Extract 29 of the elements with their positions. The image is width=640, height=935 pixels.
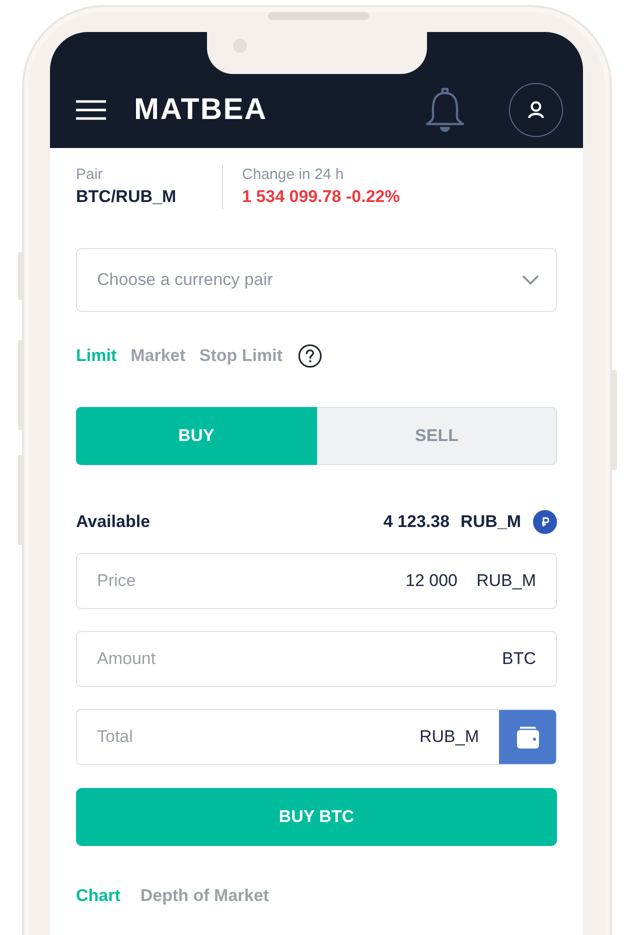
- ruble-coin-icon: [533, 510, 557, 534]
- app-title: MATBEA: [134, 95, 268, 125]
- order-type-tab[interactable]: Market: [130, 344, 186, 368]
- pair-label: Pair: [76, 165, 104, 185]
- submit-button[interactable]: BUY BTC: [76, 788, 557, 846]
- input-field[interactable]: Amount BTC: [76, 631, 557, 687]
- help-icon[interactable]: [298, 344, 322, 368]
- chevron-down-icon: [522, 275, 539, 285]
- change-label: Change in 24 h: [242, 165, 345, 185]
- menu-icon[interactable]: [76, 100, 106, 120]
- order-type-tab[interactable]: Limit: [76, 344, 117, 368]
- available-label: Available: [76, 512, 152, 532]
- wallet-icon: [516, 726, 540, 748]
- order-side-tab[interactable]: SELL: [316, 407, 557, 465]
- currency-pair-select[interactable]: Choose a currency pair: [76, 248, 557, 312]
- input-field[interactable]: Price 12 000 RUB_M: [76, 553, 557, 609]
- change-value: 1 534 099.78 -0.22%: [242, 186, 400, 208]
- order-side-tab[interactable]: BUY: [76, 407, 316, 465]
- bell-icon[interactable]: [425, 86, 465, 134]
- order-type-tab[interactable]: Stop Limit: [199, 344, 283, 368]
- balance-currency: RUB_M: [460, 512, 521, 532]
- input-field[interactable]: Total RUB_M: [76, 709, 557, 765]
- user-icon: [528, 101, 544, 119]
- account-button[interactable]: [509, 83, 563, 137]
- chart-view-tab[interactable]: Chart: [76, 884, 120, 908]
- chart-view-tab[interactable]: Depth of Market: [140, 884, 269, 908]
- wallet-button[interactable]: [499, 710, 556, 764]
- pair-value: BTC/RUB_M: [76, 186, 178, 208]
- balance-amount: 4 123.38: [383, 512, 450, 532]
